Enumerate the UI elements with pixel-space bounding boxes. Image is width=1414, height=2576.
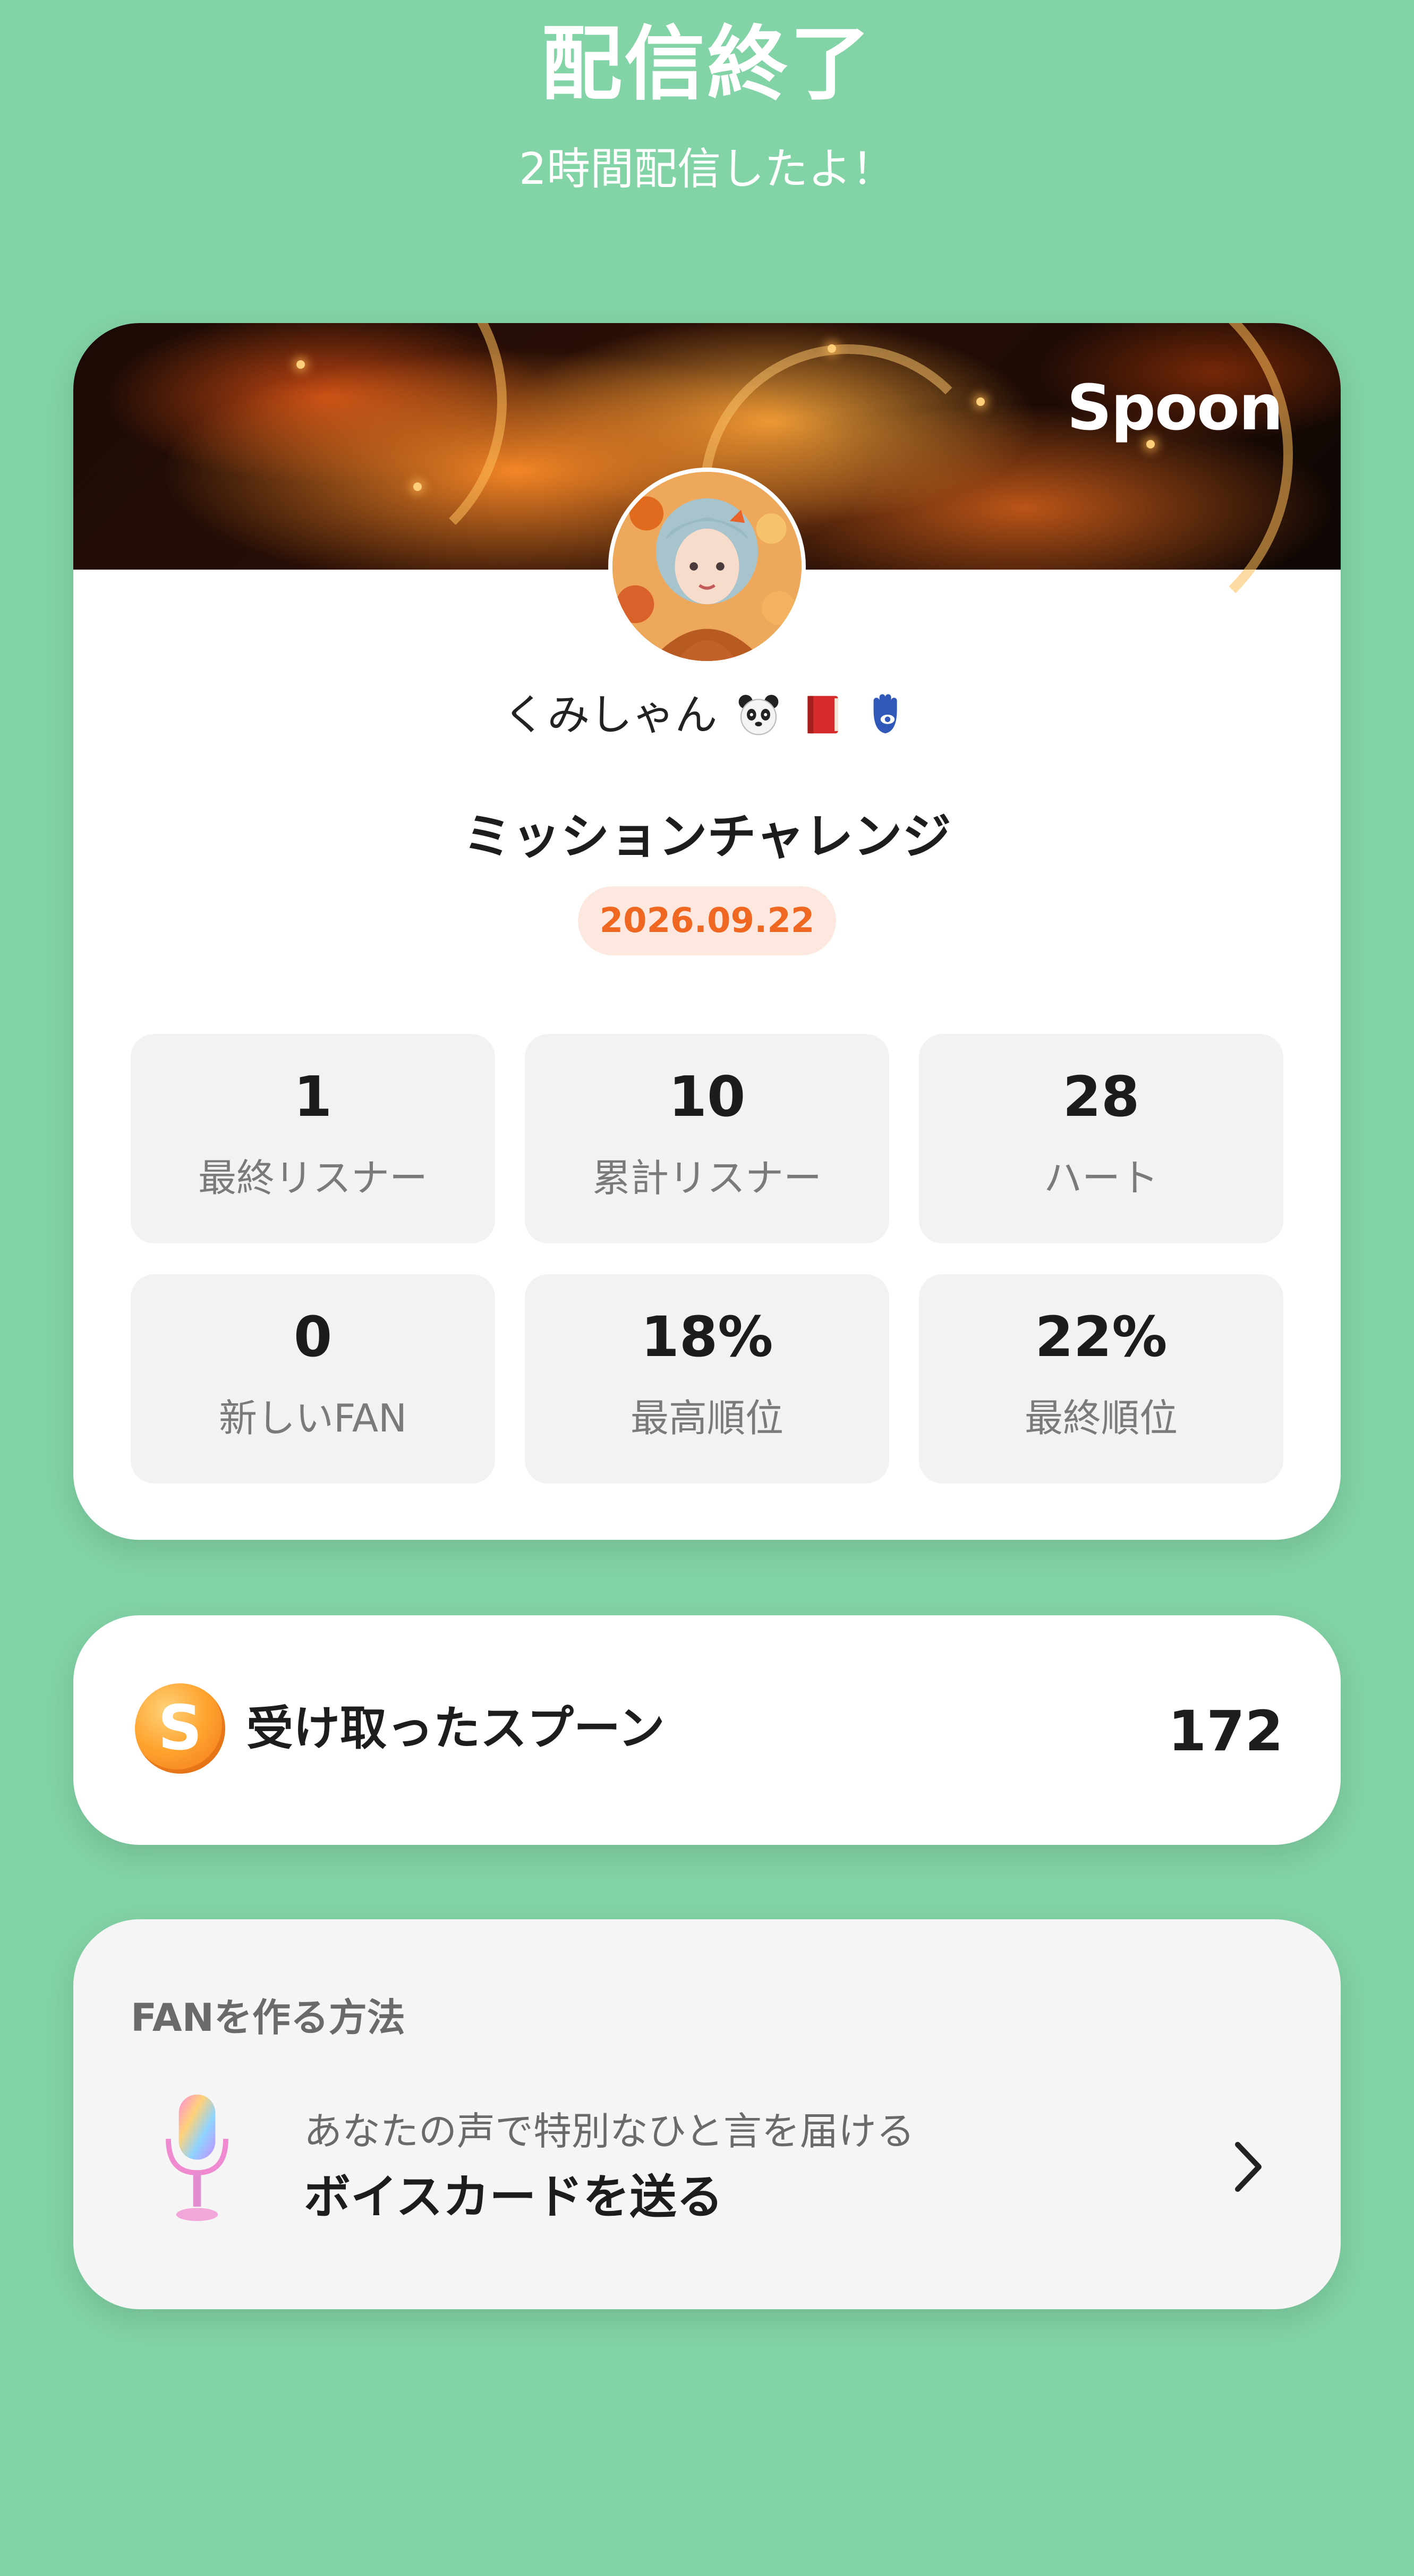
spark	[828, 344, 836, 353]
stat-value: 28	[1062, 1064, 1140, 1129]
stat-value: 22%	[1035, 1304, 1168, 1369]
stat-value: 18%	[641, 1304, 773, 1369]
user-name-text: くみしゃん	[503, 690, 718, 740]
spark	[296, 360, 305, 369]
stat-value: 10	[668, 1064, 746, 1129]
banner-swirl	[158, 323, 507, 576]
red-book-icon	[799, 691, 846, 738]
stat-final-listeners: 1 最終リスナー	[131, 1034, 495, 1243]
avatar[interactable]	[608, 468, 806, 665]
page-title: 配信終了	[541, 17, 873, 111]
stat-final-rank: 22% 最終順位	[919, 1274, 1283, 1484]
broadcast-summary-card: Spoon くみしゃん ミッションチャレンジ 2026.09.22 1 最終リス…	[73, 323, 1341, 1540]
send-voice-card-label: ボイスカードを送る	[304, 2170, 723, 2224]
received-spoons-card: S 受け取ったスプーン 172	[73, 1615, 1341, 1845]
page-subtitle: 2時間配信したよ！	[518, 144, 896, 194]
hamsa-icon	[864, 691, 911, 738]
avatar-illustration	[612, 472, 802, 661]
panda-face-icon	[735, 691, 782, 738]
chevron-right-icon[interactable]	[1231, 2140, 1265, 2193]
stat-label: 新しいFAN	[219, 1396, 407, 1440]
stat-label: 最終リスナー	[198, 1156, 428, 1200]
spark	[413, 482, 422, 491]
stat-label: 累計リスナー	[592, 1156, 822, 1200]
send-voice-card-row[interactable]: あなたの声で特別なひと言を届ける ボイスカードを送る	[73, 2089, 1341, 2249]
voice-card-description: あなたの声で特別なひと言を届ける	[304, 2109, 915, 2154]
received-spoons-count: 172	[1168, 1699, 1283, 1764]
spoon-coin-icon: S	[135, 1683, 225, 1774]
fan-tips-heading: FANを作る方法	[131, 1995, 405, 2040]
stat-value: 0	[293, 1304, 333, 1369]
stat-label: 最終順位	[1024, 1396, 1178, 1440]
mission-title: ミッションチャレンジ	[463, 808, 951, 865]
spark	[976, 397, 985, 406]
fan-tips-card: FANを作る方法 あなたの声で特別なひと言を届ける ボイスカードを送る	[73, 1919, 1341, 2309]
stat-new-fans: 0 新しいFAN	[131, 1274, 495, 1484]
stat-best-rank: 18% 最高順位	[525, 1274, 889, 1484]
stat-value: 1	[293, 1064, 333, 1129]
stat-label: 最高順位	[630, 1396, 783, 1440]
microphone-icon	[157, 2089, 237, 2233]
user-name: くみしゃん	[73, 690, 1341, 741]
stat-hearts: 28 ハート	[919, 1034, 1283, 1243]
spoon-logo: Spoon	[1067, 371, 1283, 444]
stat-total-listeners: 10 累計リスナー	[525, 1034, 889, 1243]
date-badge: 2026.09.22	[578, 886, 836, 955]
received-spoons-label: 受け取ったスプーン	[246, 1701, 665, 1756]
stat-label: ハート	[1043, 1156, 1159, 1200]
